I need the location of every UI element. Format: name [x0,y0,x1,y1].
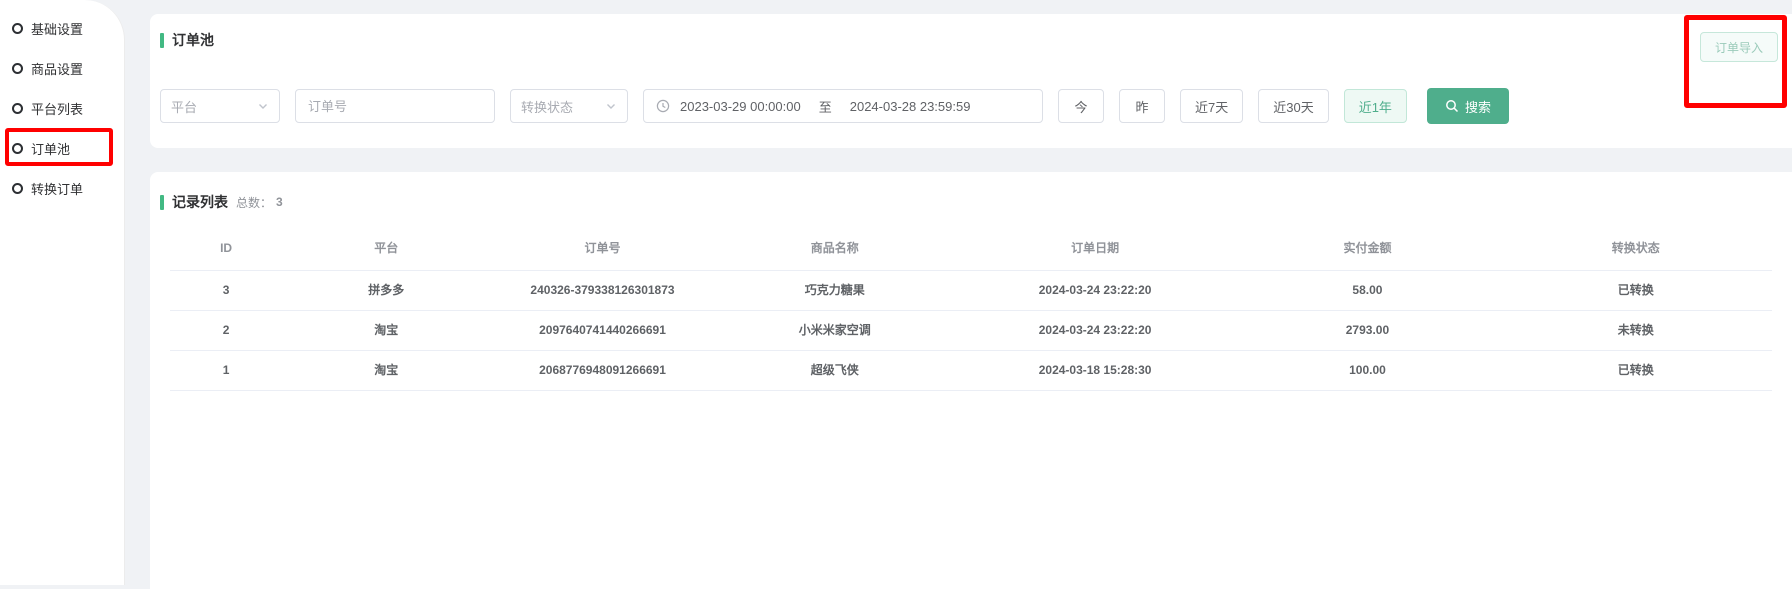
col-header-id: ID [170,226,282,270]
col-header-convert-status: 转换状态 [1500,226,1772,270]
cell-platform: 淘宝 [282,310,490,350]
col-header-product-name: 商品名称 [715,226,955,270]
order-pool-panel: 订单池 订单导入 平台 转换状态 2023-03-2 [150,14,1792,148]
search-button-label: 搜索 [1465,97,1491,116]
cell-convert-status: 未转换 [1500,310,1772,350]
cell-order-date: 2024-03-24 23:22:20 [955,270,1235,310]
cell-platform: 拼多多 [282,270,490,310]
date-start-value: 2023-03-29 00:00:00 [680,99,801,114]
cell-convert-status: 已转换 [1500,350,1772,390]
table-row: 3 拼多多 240326-379338126301873 巧克力糖果 2024-… [170,270,1772,310]
records-total-value: 3 [276,195,283,209]
col-header-paid-amount: 实付金额 [1235,226,1499,270]
cell-order-date: 2024-03-24 23:22:20 [955,310,1235,350]
cell-order-no: 2068776948091266691 [490,350,714,390]
col-header-order-no: 订单号 [490,226,714,270]
col-header-platform: 平台 [282,226,490,270]
chevron-down-icon [257,100,269,112]
cell-paid-amount: 58.00 [1235,270,1499,310]
date-end-value: 2024-03-28 23:59:59 [850,99,971,114]
platform-select-placeholder: 平台 [171,97,197,116]
clock-icon [656,99,670,113]
sidebar-item-label: 平台列表 [31,99,83,118]
page-title: 订单池 [172,30,214,50]
title-accent-bar [160,33,164,48]
title-accent-bar [160,195,164,210]
cell-product-name: 巧克力糖果 [715,270,955,310]
col-header-order-date: 订单日期 [955,226,1235,270]
circle-outline-icon [12,103,23,114]
records-total-label: 总数： [236,194,272,211]
sidebar-item-convert-orders[interactable]: 转换订单 [0,168,124,208]
filter-bar: 平台 转换状态 2023-03-29 00:00:00 至 2024-0 [160,88,1509,124]
records-title: 记录列表 [172,192,228,212]
sidebar-item-label: 订单池 [31,139,70,158]
cell-order-date: 2024-03-18 15:28:30 [955,350,1235,390]
records-table: ID 平台 订单号 商品名称 订单日期 实付金额 转换状态 3 拼多多 2403… [170,226,1772,391]
quick-range-7days-button[interactable]: 近7天 [1180,89,1243,123]
circle-outline-icon [12,183,23,194]
sidebar-item-product-settings[interactable]: 商品设置 [0,48,124,88]
cell-id: 2 [170,310,282,350]
records-title-row: 记录列表 总数： 3 [150,172,1792,212]
cell-platform: 淘宝 [282,350,490,390]
magnifier-icon [1445,99,1459,113]
order-import-button[interactable]: 订单导入 [1700,32,1778,62]
sidebar-item-basic-settings[interactable]: 基础设置 [0,8,124,48]
convert-status-placeholder: 转换状态 [521,97,573,116]
convert-status-select[interactable]: 转换状态 [510,89,628,123]
cell-product-name: 小米米家空调 [715,310,955,350]
circle-outline-icon [12,63,23,74]
panel-title: 订单池 [150,14,1792,50]
order-no-field-wrap [295,89,495,123]
circle-outline-icon [12,23,23,34]
sidebar-item-label: 转换订单 [31,179,83,198]
cell-order-no: 2097640741440266691 [490,310,714,350]
table-row: 1 淘宝 2068776948091266691 超级飞侠 2024-03-18… [170,350,1772,390]
quick-range-yesterday-button[interactable]: 昨 [1119,89,1165,123]
date-range-picker[interactable]: 2023-03-29 00:00:00 至 2024-03-28 23:59:5… [643,89,1043,123]
cell-paid-amount: 100.00 [1235,350,1499,390]
platform-select[interactable]: 平台 [160,89,280,123]
sidebar-item-platform-list[interactable]: 平台列表 [0,88,124,128]
sidebar-item-order-pool[interactable]: 订单池 [0,128,124,168]
cell-convert-status: 已转换 [1500,270,1772,310]
cell-paid-amount: 2793.00 [1235,310,1499,350]
sidebar-item-label: 基础设置 [31,19,83,38]
quick-range-1year-button[interactable]: 近1年 [1344,89,1407,123]
sidebar-item-label: 商品设置 [31,59,83,78]
search-button[interactable]: 搜索 [1427,88,1509,124]
cell-id: 3 [170,270,282,310]
table-row: 2 淘宝 2097640741440266691 小米米家空调 2024-03-… [170,310,1772,350]
records-panel: 记录列表 总数： 3 ID 平台 订单号 商品名称 订单日期 实付金额 转换状态… [150,172,1792,589]
date-separator: 至 [819,97,832,116]
sidebar: 基础设置 商品设置 平台列表 订单池 转换订单 [0,0,125,585]
circle-outline-icon [12,143,23,154]
quick-range-today-button[interactable]: 今 [1058,89,1104,123]
cell-product-name: 超级飞侠 [715,350,955,390]
chevron-down-icon [605,100,617,112]
table-header-row: ID 平台 订单号 商品名称 订单日期 实付金额 转换状态 [170,226,1772,270]
cell-id: 1 [170,350,282,390]
quick-range-30days-button[interactable]: 近30天 [1258,89,1328,123]
order-no-input[interactable] [308,99,482,114]
cell-order-no: 240326-379338126301873 [490,270,714,310]
